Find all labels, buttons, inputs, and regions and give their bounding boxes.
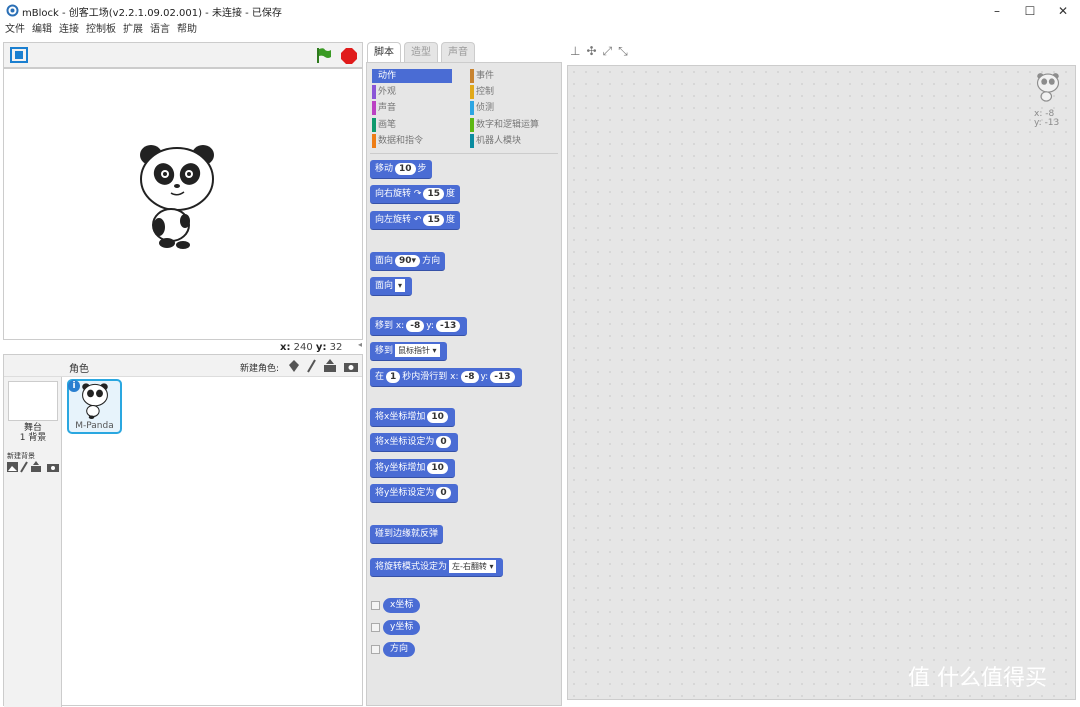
camera-sprite-icon: [344, 363, 358, 372]
camera-backdrop-icon: [47, 464, 59, 472]
block-set-y[interactable]: 将y坐标设定为 0: [370, 484, 458, 503]
menu-language[interactable]: 语言: [150, 22, 170, 38]
choose-backdrop-icon: [7, 462, 18, 472]
new-backdrop-tools: [7, 461, 59, 473]
category-pen[interactable]: 画笔: [372, 118, 396, 132]
panda-sprite[interactable]: [137, 141, 217, 251]
upload-sprite-icon: [324, 359, 336, 372]
category-motion[interactable]: 动作: [372, 69, 452, 83]
menu-bar: 文件 编辑 连接 控制板 扩展 语言 帮助: [0, 22, 1080, 38]
menu-connect[interactable]: 连接: [59, 22, 79, 38]
menu-edit[interactable]: 编辑: [32, 22, 52, 38]
sprite-position-readout: x: -8 y: -13: [1034, 109, 1060, 128]
block-turn-left[interactable]: 向左旋转 ↶ 15 度: [370, 211, 460, 230]
stop-icon[interactable]: [341, 48, 357, 64]
choose-sprite-icon: [289, 360, 299, 372]
stage-canvas[interactable]: [3, 68, 363, 340]
backdrop-thumbnail[interactable]: [8, 381, 58, 421]
block-move-steps[interactable]: 移动 10 步: [370, 160, 432, 179]
category-sound[interactable]: 声音: [372, 101, 396, 115]
delete-icon[interactable]: ✣: [586, 44, 602, 58]
category-control[interactable]: 控制: [470, 85, 494, 99]
category-sensing[interactable]: 侦测: [470, 101, 494, 115]
green-flag-icon[interactable]: [316, 47, 332, 64]
block-glide[interactable]: 在 1 秒内滑行到 x: -8 y: -13: [370, 368, 522, 387]
block-go-to[interactable]: 移到 鼠标指针 ▾: [370, 342, 447, 361]
checkbox-x-position[interactable]: [371, 601, 380, 610]
duplicate-icon[interactable]: ⊥: [570, 44, 586, 58]
stage-toolbar: [3, 42, 363, 68]
menu-help[interactable]: 帮助: [177, 22, 197, 38]
tab-scripts[interactable]: 脚本: [367, 42, 401, 63]
menu-file[interactable]: 文件: [5, 22, 25, 38]
tab-costumes[interactable]: 造型: [404, 42, 438, 62]
backdrop-count: 1 背景: [19, 433, 47, 443]
collapse-stage-handle[interactable]: ◂: [358, 340, 366, 354]
fullscreen-icon[interactable]: [10, 47, 28, 63]
close-button[interactable]: ✕: [1048, 2, 1078, 20]
script-workspace[interactable]: [567, 65, 1076, 700]
minimize-button[interactable]: –: [982, 2, 1012, 20]
checkbox-y-position[interactable]: [371, 623, 380, 632]
category-operators[interactable]: 数字和逻辑运算: [470, 118, 539, 132]
reporter-y-position[interactable]: y坐标: [383, 620, 421, 635]
block-point-in-direction[interactable]: 面向 90▾ 方向: [370, 252, 446, 271]
stage-backdrop-column: 舞台 1 背景 新建背景: [4, 377, 62, 707]
reporter-x-position[interactable]: x坐标: [383, 598, 421, 613]
category-data[interactable]: 数据和指令: [372, 134, 423, 148]
window-title: mBlock - 创客工场(v2.2.1.09.02.001) - 未连接 - …: [22, 8, 282, 19]
new-sprite-tools: [289, 359, 358, 373]
sprite-name: M-Panda: [75, 421, 114, 431]
category-looks[interactable]: 外观: [372, 85, 396, 99]
block-turn-right[interactable]: 向右旋转 ↷ 15 度: [370, 185, 460, 204]
checkbox-direction[interactable]: [371, 645, 380, 654]
maximize-button[interactable]: ☐: [1015, 2, 1045, 20]
block-set-x[interactable]: 将x坐标设定为 0: [370, 433, 458, 452]
sprites-label: 角色: [69, 364, 89, 375]
new-backdrop-label: 新建背景: [7, 452, 35, 460]
upload-backdrop-icon: [31, 461, 41, 472]
panda-thumbnail: [82, 383, 108, 419]
block-set-rotation-style[interactable]: 将旋转模式设定为 左-右翻转 ▾: [370, 558, 504, 577]
rotate-right-icon: ↷: [413, 189, 422, 199]
sprite-panel-header: 角色 新建角色:: [4, 355, 362, 377]
block-change-y[interactable]: 将y坐标增加 10: [370, 459, 455, 478]
rotate-left-icon: ↶: [413, 215, 422, 225]
sprite-tile-m-panda[interactable]: i M-Panda: [67, 379, 122, 434]
workspace-toolbar: ⊥✣⤢⤡: [570, 44, 634, 59]
watermark: 值 什么值得买: [908, 666, 1047, 691]
tab-sounds[interactable]: 声音: [441, 42, 475, 62]
mouse-coordinates: x: 240 y: 32: [280, 342, 343, 353]
block-go-to-xy[interactable]: 移到 x: -8 y: -13: [370, 317, 468, 336]
stage-label: 舞台: [23, 423, 42, 433]
paint-sprite-icon: [307, 359, 316, 373]
block-bounce[interactable]: 碰到边缘就反弹: [370, 525, 444, 544]
paint-backdrop-icon: [20, 461, 28, 473]
block-point-towards[interactable]: 面向 ▾: [370, 277, 413, 296]
category-events[interactable]: 事件: [470, 69, 494, 83]
shrink-icon[interactable]: ⤡: [618, 44, 634, 58]
palette-divider: [370, 153, 558, 154]
block-change-x[interactable]: 将x坐标增加 10: [370, 408, 455, 427]
reporter-direction[interactable]: 方向: [383, 642, 416, 657]
title-bar: mBlock - 创客工场(v2.2.1.09.02.001) - 未连接 - …: [0, 0, 1080, 22]
menu-extensions[interactable]: 扩展: [123, 22, 143, 38]
category-robots[interactable]: 机器人模块: [470, 134, 521, 148]
sprite-panel: 角色 新建角色: 舞台 1 背景 新建背景 i M-Panda: [3, 354, 363, 707]
mblock-logo-icon: [6, 4, 19, 17]
menu-board[interactable]: 控制板: [86, 22, 116, 38]
workspace-sprite-icon: [1036, 73, 1060, 102]
new-sprite-label: 新建角色:: [240, 364, 280, 374]
grow-icon[interactable]: ⤢: [603, 44, 619, 58]
